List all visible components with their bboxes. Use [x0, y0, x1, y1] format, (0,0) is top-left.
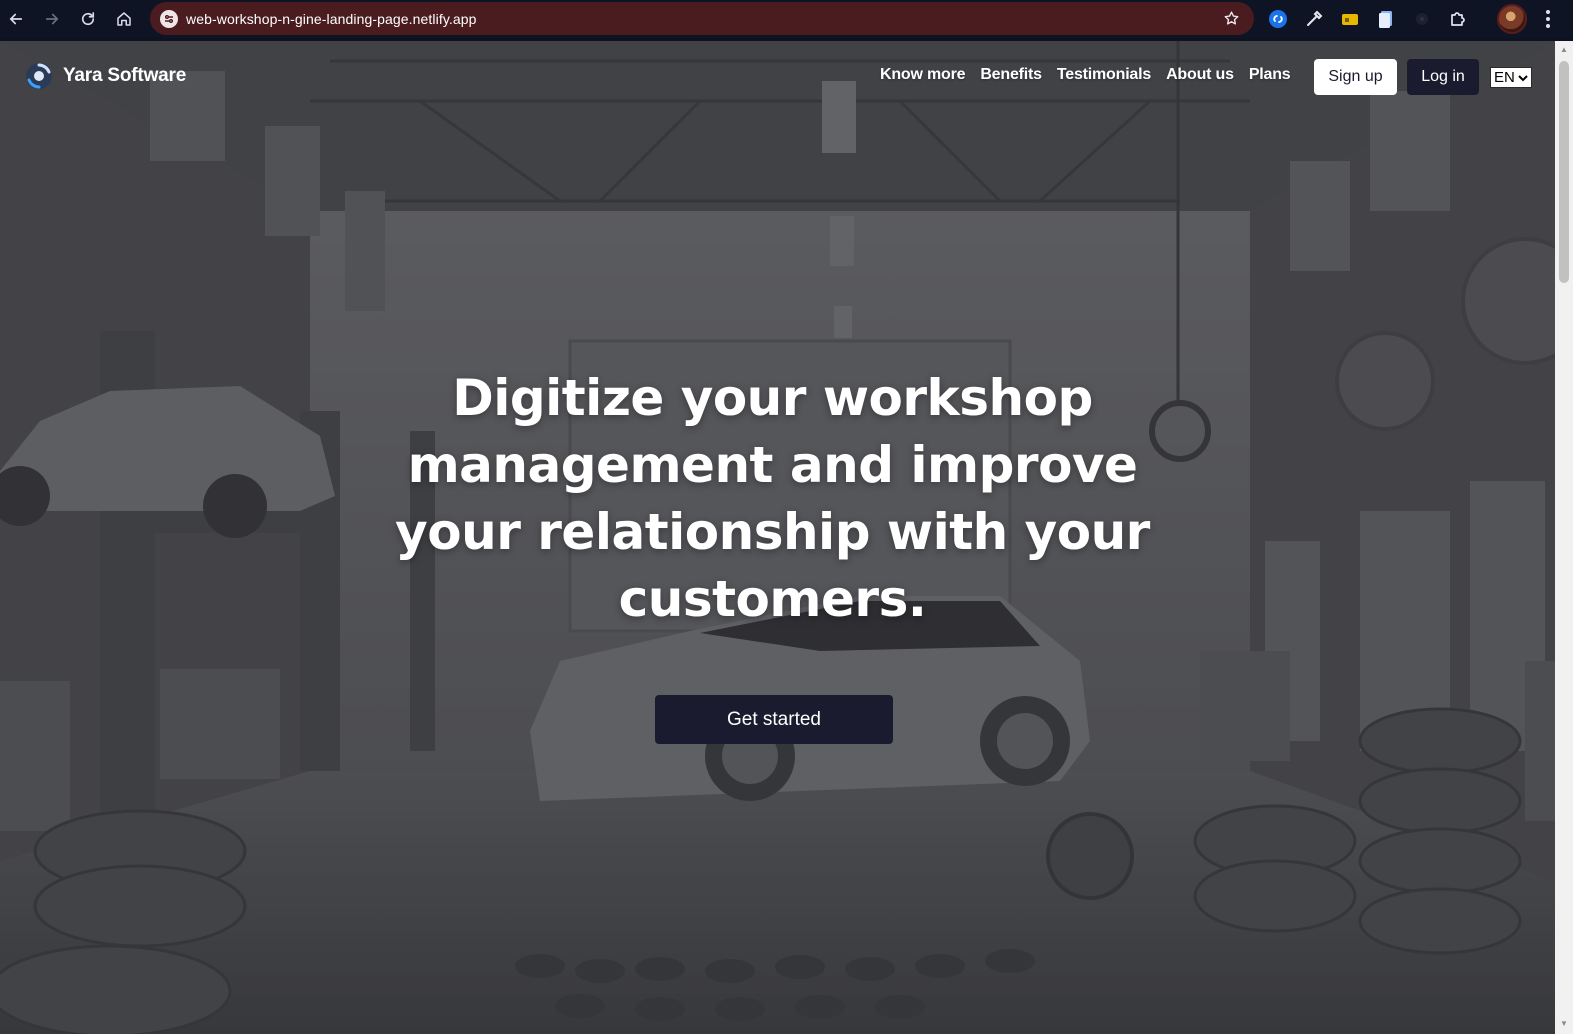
nav-link-about-us[interactable]: About us: [1166, 66, 1234, 84]
extension-shazam-icon[interactable]: [1268, 9, 1288, 29]
extensions-puzzle-icon[interactable]: [1448, 9, 1468, 29]
site-info-icon[interactable]: [160, 10, 178, 28]
forward-icon[interactable]: [40, 7, 64, 31]
brand[interactable]: Yara Software: [24, 61, 186, 91]
nav-link-plans[interactable]: Plans: [1249, 66, 1291, 84]
scrollbar-thumb[interactable]: [1559, 61, 1569, 283]
scroll-down-arrow-icon[interactable]: ▼: [1559, 1019, 1569, 1029]
brand-logo-icon: [26, 63, 52, 89]
home-icon[interactable]: [112, 7, 136, 31]
nav-link-benefits[interactable]: Benefits: [980, 66, 1042, 84]
reload-icon[interactable]: [76, 7, 100, 31]
brand-name: Yara Software: [63, 65, 187, 86]
extension-card-icon[interactable]: [1340, 9, 1360, 29]
scroll-up-arrow-icon[interactable]: ▲: [1559, 45, 1569, 55]
get-started-button[interactable]: Get started: [655, 695, 893, 744]
page-scrollbar[interactable]: ▲ ▼: [1555, 41, 1573, 1034]
sign-up-button[interactable]: Sign up: [1314, 59, 1397, 95]
chevron-down-icon: [1518, 74, 1528, 81]
bookmark-star-icon[interactable]: [1223, 10, 1240, 27]
log-in-button[interactable]: Log in: [1407, 59, 1479, 95]
back-icon[interactable]: [4, 7, 28, 31]
page-viewport: Yara Software Know more Benefits Testimo…: [0, 41, 1555, 1034]
menu-icon[interactable]: [1540, 10, 1556, 28]
language-select-value: EN: [1494, 69, 1515, 86]
profile-avatar[interactable]: [1497, 4, 1527, 34]
nav-link-testimonials[interactable]: Testimonials: [1057, 66, 1151, 84]
address-bar[interactable]: web-workshop-n-gine-landing-page.netlify…: [150, 2, 1254, 35]
site-header: Yara Software Know more Benefits Testimo…: [0, 41, 1555, 113]
url-text[interactable]: web-workshop-n-gine-landing-page.netlify…: [186, 11, 477, 27]
main-nav: Know more Benefits Testimonials About us…: [880, 66, 1306, 84]
extension-docs-icon[interactable]: [1376, 9, 1396, 29]
language-select[interactable]: EN: [1490, 67, 1532, 88]
extension-eyedropper-icon[interactable]: [1304, 9, 1324, 29]
hero-title: Digitize your workshop management and im…: [395, 369, 1150, 628]
nav-link-know-more[interactable]: Know more: [880, 66, 966, 84]
browser-toolbar: web-workshop-n-gine-landing-page.netlify…: [0, 0, 1573, 38]
extension-dark-icon[interactable]: [1412, 9, 1432, 29]
